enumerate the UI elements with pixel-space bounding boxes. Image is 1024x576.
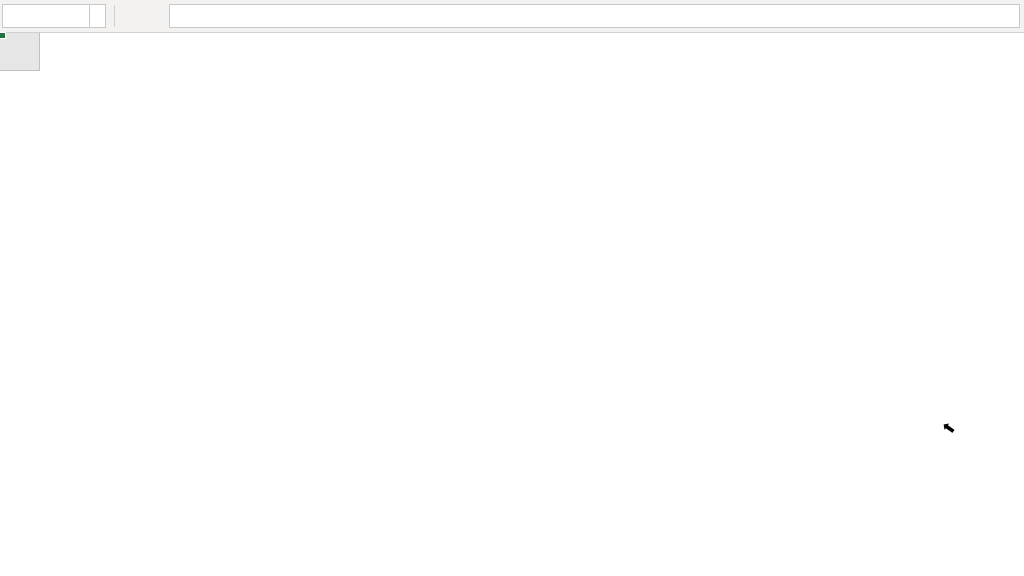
name-box[interactable] xyxy=(2,4,90,28)
mouse-cursor: ⬉ xyxy=(940,417,957,439)
divider xyxy=(114,5,115,27)
formula-bar xyxy=(0,0,1024,33)
select-all-corner[interactable] xyxy=(0,33,40,71)
formula-input[interactable] xyxy=(169,4,1020,28)
name-box-dropdown[interactable] xyxy=(90,4,106,28)
